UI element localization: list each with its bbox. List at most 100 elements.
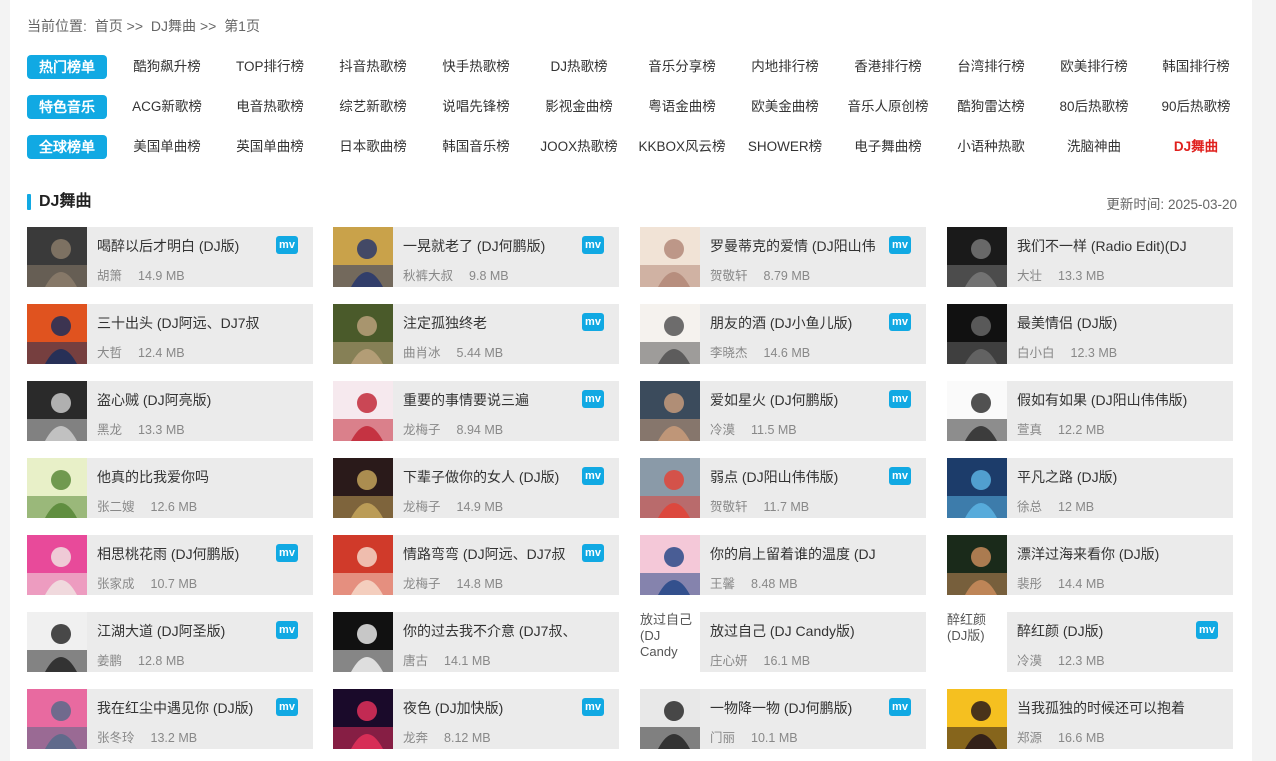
- category-link[interactable]: 台湾排行榜: [940, 55, 1042, 79]
- song-title[interactable]: 你的肩上留着谁的温度 (DJ: [710, 544, 890, 564]
- song-card[interactable]: 重要的事情要说三遍 龙梅子 8.94 MB mv: [333, 381, 619, 441]
- category-link[interactable]: SHOWER榜: [734, 135, 836, 159]
- category-link[interactable]: 90后热歌榜: [1145, 95, 1247, 119]
- song-artist[interactable]: 郑源: [1017, 731, 1042, 745]
- song-card[interactable]: 最美情侣 (DJ版) 白小白 12.3 MB: [947, 304, 1233, 364]
- cover-image[interactable]: [333, 381, 393, 441]
- song-card[interactable]: 注定孤独终老 曲肖冰 5.44 MB mv: [333, 304, 619, 364]
- song-title[interactable]: 情路弯弯 (DJ阿远、DJ7叔: [403, 544, 583, 564]
- song-artist[interactable]: 龙奔: [403, 731, 428, 745]
- cover-image[interactable]: [27, 458, 87, 518]
- cover-image[interactable]: [640, 458, 700, 518]
- category-link[interactable]: 欧美排行榜: [1043, 55, 1145, 79]
- category-link[interactable]: 电音热歌榜: [219, 95, 321, 119]
- song-card[interactable]: 相思桃花雨 (DJ何鹏版) 张家成 10.7 MB mv: [27, 535, 313, 595]
- category-link[interactable]: 内地排行榜: [734, 55, 836, 79]
- cover-image[interactable]: [640, 227, 700, 287]
- category-link[interactable]: 综艺新歌榜: [322, 95, 424, 119]
- cover-image[interactable]: [640, 381, 700, 441]
- mv-badge-icon[interactable]: mv: [889, 390, 911, 408]
- song-artist[interactable]: 萱真: [1017, 423, 1042, 437]
- mv-badge-icon[interactable]: mv: [582, 698, 604, 716]
- cover-image[interactable]: [333, 227, 393, 287]
- song-card[interactable]: 假如有如果 (DJ阳山伟伟版) 萱真 12.2 MB: [947, 381, 1233, 441]
- song-artist[interactable]: 大壮: [1017, 269, 1042, 283]
- song-artist[interactable]: 门丽: [710, 731, 735, 745]
- song-artist[interactable]: 姜鹏: [97, 654, 122, 668]
- cover-image[interactable]: [947, 304, 1007, 364]
- category-link[interactable]: TOP排行榜: [219, 55, 321, 79]
- song-artist[interactable]: 龙梅子: [403, 423, 441, 437]
- song-card[interactable]: 一晃就老了 (DJ何鹏版) 秋裤大叔 9.8 MB mv: [333, 227, 619, 287]
- cover-image[interactable]: [640, 535, 700, 595]
- song-artist[interactable]: 冷漠: [1017, 654, 1042, 668]
- mv-badge-icon[interactable]: mv: [889, 467, 911, 485]
- song-title[interactable]: 弱点 (DJ阳山伟伟版): [710, 467, 890, 487]
- song-card[interactable]: 弱点 (DJ阳山伟伟版) 贺敬轩 11.7 MB mv: [640, 458, 926, 518]
- song-artist[interactable]: 黑龙: [97, 423, 122, 437]
- song-card[interactable]: 你的过去我不介意 (DJ7叔、 唐古 14.1 MB: [333, 612, 619, 672]
- song-title[interactable]: 漂洋过海来看你 (DJ版): [1017, 544, 1197, 564]
- song-title[interactable]: 罗曼蒂克的爱情 (DJ阳山伟: [710, 236, 890, 256]
- cover-image[interactable]: [333, 612, 393, 672]
- song-card[interactable]: 下辈子做你的女人 (DJ版) 龙梅子 14.9 MB mv: [333, 458, 619, 518]
- cover-image[interactable]: [27, 304, 87, 364]
- cover-image[interactable]: [27, 535, 87, 595]
- category-badge-featured-music[interactable]: 特色音乐: [27, 95, 107, 119]
- song-artist[interactable]: 胡箫: [97, 269, 122, 283]
- category-link[interactable]: 酷狗雷达榜: [940, 95, 1042, 119]
- song-title[interactable]: 喝醉以后才明白 (DJ版): [97, 236, 277, 256]
- category-link[interactable]: 音乐分享榜: [631, 55, 733, 79]
- category-link[interactable]: 韩国排行榜: [1145, 55, 1247, 79]
- song-artist[interactable]: 唐古: [403, 654, 428, 668]
- song-artist[interactable]: 张家成: [97, 577, 135, 591]
- song-artist[interactable]: 王馨: [710, 577, 735, 591]
- song-artist[interactable]: 白小白: [1017, 346, 1055, 360]
- song-card[interactable]: 放过自己 (DJ Candy 放过自己 (DJ Candy版) 庄心妍 16.1 MB: [640, 612, 926, 672]
- song-artist[interactable]: 贺敬轩: [710, 500, 748, 514]
- category-link[interactable]: 洗脑神曲: [1043, 135, 1145, 159]
- song-artist[interactable]: 张冬玲: [97, 731, 135, 745]
- song-artist[interactable]: 龙梅子: [403, 577, 441, 591]
- category-link[interactable]: 小语种热歌: [940, 135, 1042, 159]
- song-card[interactable]: 爱如星火 (DJ何鹏版) 冷漠 11.5 MB mv: [640, 381, 926, 441]
- song-card[interactable]: 我在红尘中遇见你 (DJ版) 张冬玲 13.2 MB mv: [27, 689, 313, 749]
- song-card[interactable]: 平凡之路 (DJ版) 徐总 12 MB: [947, 458, 1233, 518]
- song-artist[interactable]: 裴彤: [1017, 577, 1042, 591]
- song-artist[interactable]: 张二嫂: [97, 500, 135, 514]
- cover-image[interactable]: [947, 227, 1007, 287]
- song-title[interactable]: 注定孤独终老: [403, 313, 583, 333]
- song-artist[interactable]: 秋裤大叔: [403, 269, 453, 283]
- cover-image[interactable]: [333, 458, 393, 518]
- breadcrumb-home-link[interactable]: 首页: [95, 18, 123, 34]
- mv-badge-icon[interactable]: mv: [582, 236, 604, 254]
- song-card[interactable]: 江湖大道 (DJ阿圣版) 姜鹏 12.8 MB mv: [27, 612, 313, 672]
- song-artist[interactable]: 龙梅子: [403, 500, 441, 514]
- song-title[interactable]: 平凡之路 (DJ版): [1017, 467, 1197, 487]
- song-title[interactable]: 你的过去我不介意 (DJ7叔、: [403, 621, 583, 641]
- song-title[interactable]: 夜色 (DJ加快版): [403, 698, 583, 718]
- category-link[interactable]: 抖音热歌榜: [322, 55, 424, 79]
- category-link[interactable]: JOOX热歌榜: [528, 135, 630, 159]
- cover-image[interactable]: [27, 612, 87, 672]
- song-artist[interactable]: 庄心妍: [710, 654, 748, 668]
- cover-image[interactable]: [947, 381, 1007, 441]
- song-title[interactable]: 朋友的酒 (DJ小鱼儿版): [710, 313, 890, 333]
- mv-badge-icon[interactable]: mv: [276, 236, 298, 254]
- cover-image-broken[interactable]: 放过自己 (DJ Candy: [640, 612, 700, 672]
- mv-badge-icon[interactable]: mv: [582, 544, 604, 562]
- song-card[interactable]: 漂洋过海来看你 (DJ版) 裴彤 14.4 MB: [947, 535, 1233, 595]
- mv-badge-icon[interactable]: mv: [276, 698, 298, 716]
- category-link[interactable]: 欧美金曲榜: [734, 95, 836, 119]
- mv-badge-icon[interactable]: mv: [276, 621, 298, 639]
- cover-image[interactable]: [27, 381, 87, 441]
- category-link[interactable]: KKBOX风云榜: [631, 135, 733, 159]
- cover-image[interactable]: [947, 689, 1007, 749]
- song-card[interactable]: 喝醉以后才明白 (DJ版) 胡箫 14.9 MB mv: [27, 227, 313, 287]
- song-card[interactable]: 三十出头 (DJ阿远、DJ7叔 大哲 12.4 MB: [27, 304, 313, 364]
- song-card[interactable]: 情路弯弯 (DJ阿远、DJ7叔 龙梅子 14.8 MB mv: [333, 535, 619, 595]
- category-link[interactable]: 音乐人原创榜: [837, 95, 939, 119]
- mv-badge-icon[interactable]: mv: [1196, 621, 1218, 639]
- cover-image[interactable]: [333, 304, 393, 364]
- mv-badge-icon[interactable]: mv: [582, 313, 604, 331]
